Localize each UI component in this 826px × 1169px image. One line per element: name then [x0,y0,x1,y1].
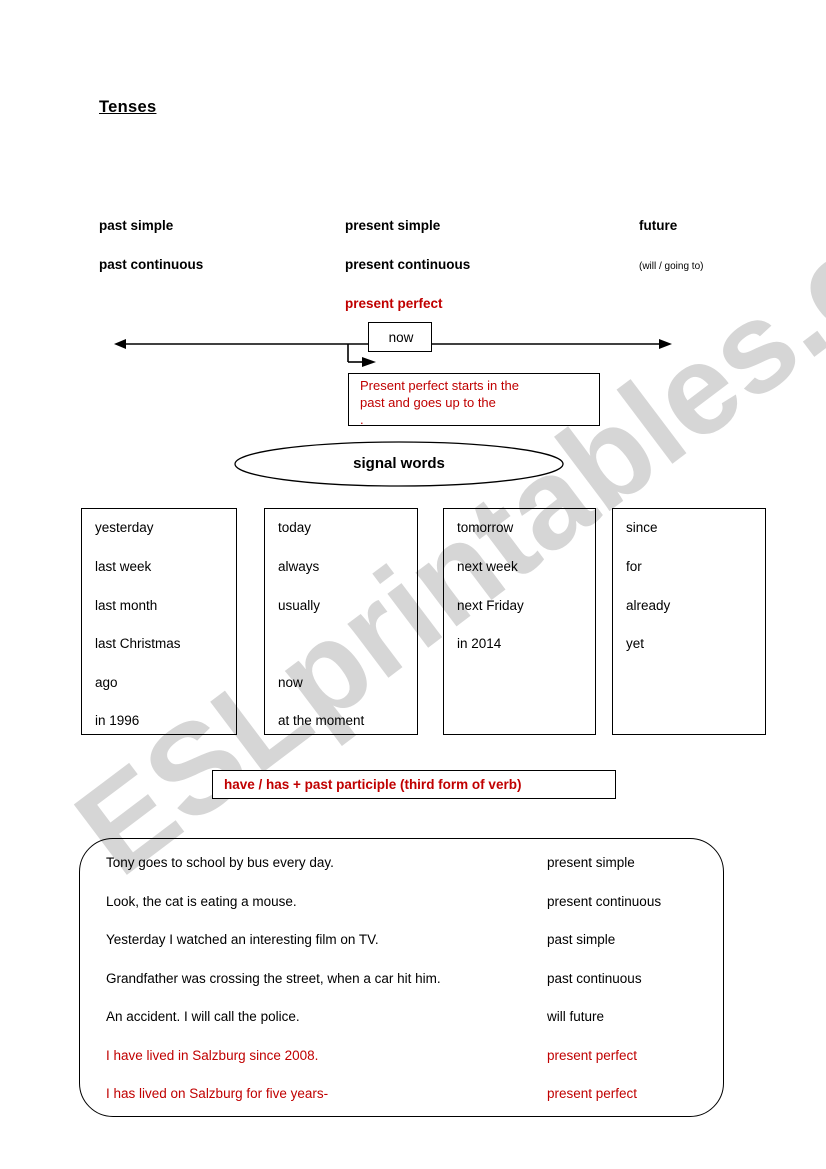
present-perfect-note-box: Present perfect starts in the past and g… [348,373,600,426]
formula-text: have / has + past participle (third form… [224,777,522,792]
tense-future-forms: (will / going to) [639,261,704,272]
pp-note-line-2: past and goes up to the [360,395,496,410]
now-box: now [368,322,432,352]
signal-word-item: since [626,520,658,535]
example-sentence: I have lived in Salzburg since 2008. [106,1048,319,1063]
pp-note-line-1: Present perfect starts in the [360,378,519,393]
example-sentence: An accident. I will call the police. [106,1009,300,1024]
tense-present-simple: present simple [345,218,441,233]
signal-word-item: for [626,559,642,574]
signal-word-item: in 2014 [457,636,502,651]
tense-present-perfect: present perfect [345,296,443,311]
signal-word-item: now [278,675,303,690]
pp-note-line-3: . [360,412,364,426]
example-sentence: Look, the cat is eating a mouse. [106,894,297,909]
worksheet-page: ESLprintables.com Tenses past simple pas… [0,0,826,1169]
signal-word-item: in 1996 [95,713,140,728]
signal-word-item: last week [95,559,152,574]
signal-words-label: signal words [353,455,445,472]
signal-words-box-present-perfect: since for already yet [612,508,766,735]
tense-past-continuous: past continuous [99,257,204,272]
example-answer: present continuous [547,894,662,909]
example-sentence: Tony goes to school by bus every day. [106,855,334,870]
tense-present-continuous: present continuous [345,257,471,272]
signal-words-box-present: today always usually now at the moment [264,508,418,735]
signal-words-ellipse: signal words [233,440,565,488]
formula-box: have / has + past participle (third form… [212,770,616,799]
now-label: now [388,330,414,345]
signal-word-item: yesterday [95,520,154,535]
tense-past-simple: past simple [99,218,174,233]
example-answer: present simple [547,855,635,870]
example-answer: past simple [547,932,616,947]
signal-word-item: already [626,598,671,613]
signal-word-item: at the moment [278,713,365,728]
signal-word-item: last month [95,598,158,613]
example-sentence: Grandfather was crossing the street, whe… [106,971,441,986]
example-answer: will future [547,1009,605,1024]
example-answer: present perfect [547,1048,638,1063]
page-title: Tenses [99,98,157,116]
signal-words-box-future: tomorrow next week next Friday in 2014 [443,508,596,735]
signal-word-item: next Friday [457,598,524,613]
signal-word-item: yet [626,636,645,651]
signal-word-item: tomorrow [457,520,514,535]
signal-word-item: last Christmas [95,636,181,651]
example-answer: present perfect [547,1086,638,1101]
signal-word-item: always [278,559,320,574]
signal-words-box-past: yesterday last week last month last Chri… [81,508,237,735]
signal-word-item: next week [457,559,518,574]
example-answer: past continuous [547,971,642,986]
signal-word-item: ago [95,675,118,690]
tense-future: future [639,218,678,233]
example-sentence: I has lived on Salzburg for five years- [106,1086,329,1101]
signal-word-item: today [278,520,312,535]
signal-word-item: usually [278,598,321,613]
example-sentence: Yesterday I watched an interesting film … [106,932,379,947]
